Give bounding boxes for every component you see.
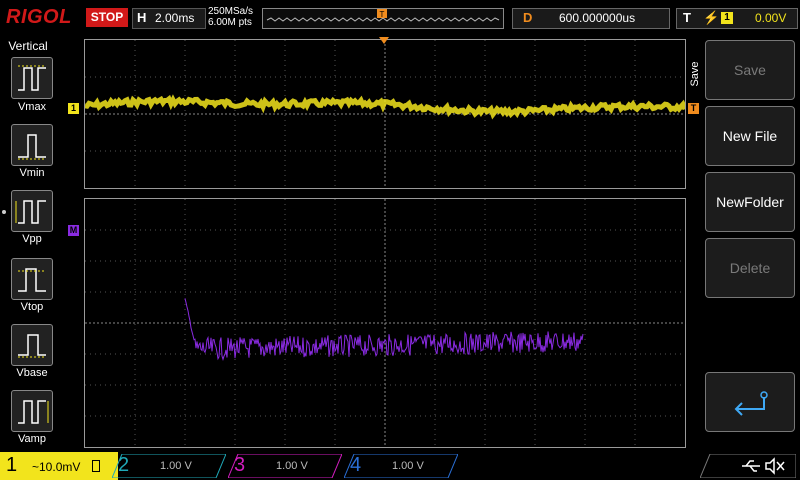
vpp-button[interactable] — [11, 190, 53, 232]
save-button[interactable]: Save — [705, 40, 795, 100]
math-waveform-area[interactable] — [84, 198, 686, 448]
delay-label: D — [523, 10, 533, 25]
ch2-scale: 1.00 V — [160, 460, 192, 472]
ch2-number: 2 — [118, 454, 130, 476]
ch3-status[interactable]: 3 1.00 V — [228, 454, 342, 478]
vertical-measure-panel: Vertical Vmax Vmin Vpp Vtop Vbase Vamp — [0, 37, 56, 452]
return-button[interactable] — [705, 372, 795, 432]
new-folder-button[interactable]: NewFolder — [705, 172, 795, 232]
return-arrow-icon — [734, 391, 768, 416]
scroll-dot — [2, 210, 6, 214]
vmin-button[interactable] — [11, 124, 53, 166]
ch1-offset-marker[interactable]: 1 — [68, 103, 79, 114]
ch4-status[interactable]: 4 1.00 V — [344, 454, 458, 478]
delay-value: 600.000000us — [559, 11, 636, 25]
vmax-label: Vmax — [17, 101, 47, 113]
panel-title: Vertical — [8, 39, 48, 53]
vtop-button[interactable] — [11, 258, 53, 300]
memory-waveform-overview: T — [266, 9, 500, 22]
timebase-box[interactable]: H 2.00ms — [132, 8, 206, 29]
status-icons — [700, 454, 796, 478]
trigger-source: 1 — [721, 12, 733, 24]
rigol-logo: RIGOL — [6, 6, 72, 28]
top-bar: RIGOL STOP H 2.00ms 250MSa/s 6.00M pts T… — [0, 0, 800, 36]
vamp-button[interactable] — [11, 390, 53, 432]
vmin-icon — [18, 134, 46, 160]
ch3-number: 3 — [234, 454, 246, 476]
save-menu-tab: Save — [686, 40, 704, 100]
vtop-label: Vtop — [20, 301, 44, 313]
main-waveform-area[interactable] — [84, 39, 688, 189]
vbase-button[interactable] — [11, 324, 53, 366]
ch4-number: 4 — [350, 454, 362, 476]
ch2-status[interactable]: 2 1.00 V — [112, 454, 226, 478]
vpp-label: Vpp — [22, 233, 42, 245]
math-offset-marker[interactable]: M — [68, 225, 79, 236]
timebase-value: 2.00ms — [155, 11, 195, 25]
run-stop-status[interactable]: STOP — [86, 8, 128, 27]
math-graticule — [85, 199, 685, 447]
channel-bar: 1 ~10.0mV 2 1.00 V 3 1.00 V 4 1.00 V — [0, 452, 800, 480]
vmin-label: Vmin — [19, 167, 45, 179]
trigger-level-marker[interactable]: T — [688, 103, 699, 114]
vamp-label: Vamp — [18, 433, 46, 445]
save-tab-label-svg: Save — [689, 61, 701, 86]
vbase-label: Vbase — [16, 367, 48, 379]
acquisition-info: 250MSa/s 6.00M pts — [208, 6, 253, 28]
battery-icon — [92, 460, 100, 472]
new-file-button[interactable]: New File — [705, 106, 795, 166]
ch1-number: 1 — [6, 454, 18, 476]
ch4-scale: 1.00 V — [392, 460, 424, 472]
ch1-status[interactable]: 1 ~10.0mV — [0, 452, 118, 480]
save-tab-label: Save — [689, 61, 701, 86]
sample-rate: 250MSa/s — [208, 6, 254, 17]
mute-icon — [765, 457, 785, 475]
delete-button[interactable]: Delete — [705, 238, 795, 298]
vmax-icon — [18, 65, 46, 91]
ch3-scale: 1.00 V — [276, 460, 308, 472]
rising-edge-icon: ⚡ — [703, 10, 720, 25]
trigger-box[interactable]: T ⚡ 1 0.00V — [676, 8, 798, 29]
memory-depth: 6.00M pts — [208, 17, 252, 28]
vbase-icon — [18, 334, 46, 358]
timebase-label: H — [137, 10, 147, 25]
trigger-label: T — [683, 10, 691, 25]
ch1-scale: ~10.0mV — [32, 460, 81, 474]
trigger-level: 0.00V — [755, 11, 787, 25]
vamp-icon — [18, 400, 49, 424]
memory-overview-strip: T — [262, 8, 504, 29]
main-graticule — [84, 40, 688, 188]
vpp-icon — [15, 200, 46, 224]
delay-box[interactable]: D 600.000000us — [512, 8, 670, 29]
usb-icon — [742, 460, 760, 472]
math-waveform — [184, 298, 584, 361]
vmax-button[interactable] — [11, 57, 53, 99]
trigger-time-marker — [379, 37, 389, 44]
vtop-icon — [18, 268, 46, 292]
trigger-position-text: T — [380, 10, 385, 19]
